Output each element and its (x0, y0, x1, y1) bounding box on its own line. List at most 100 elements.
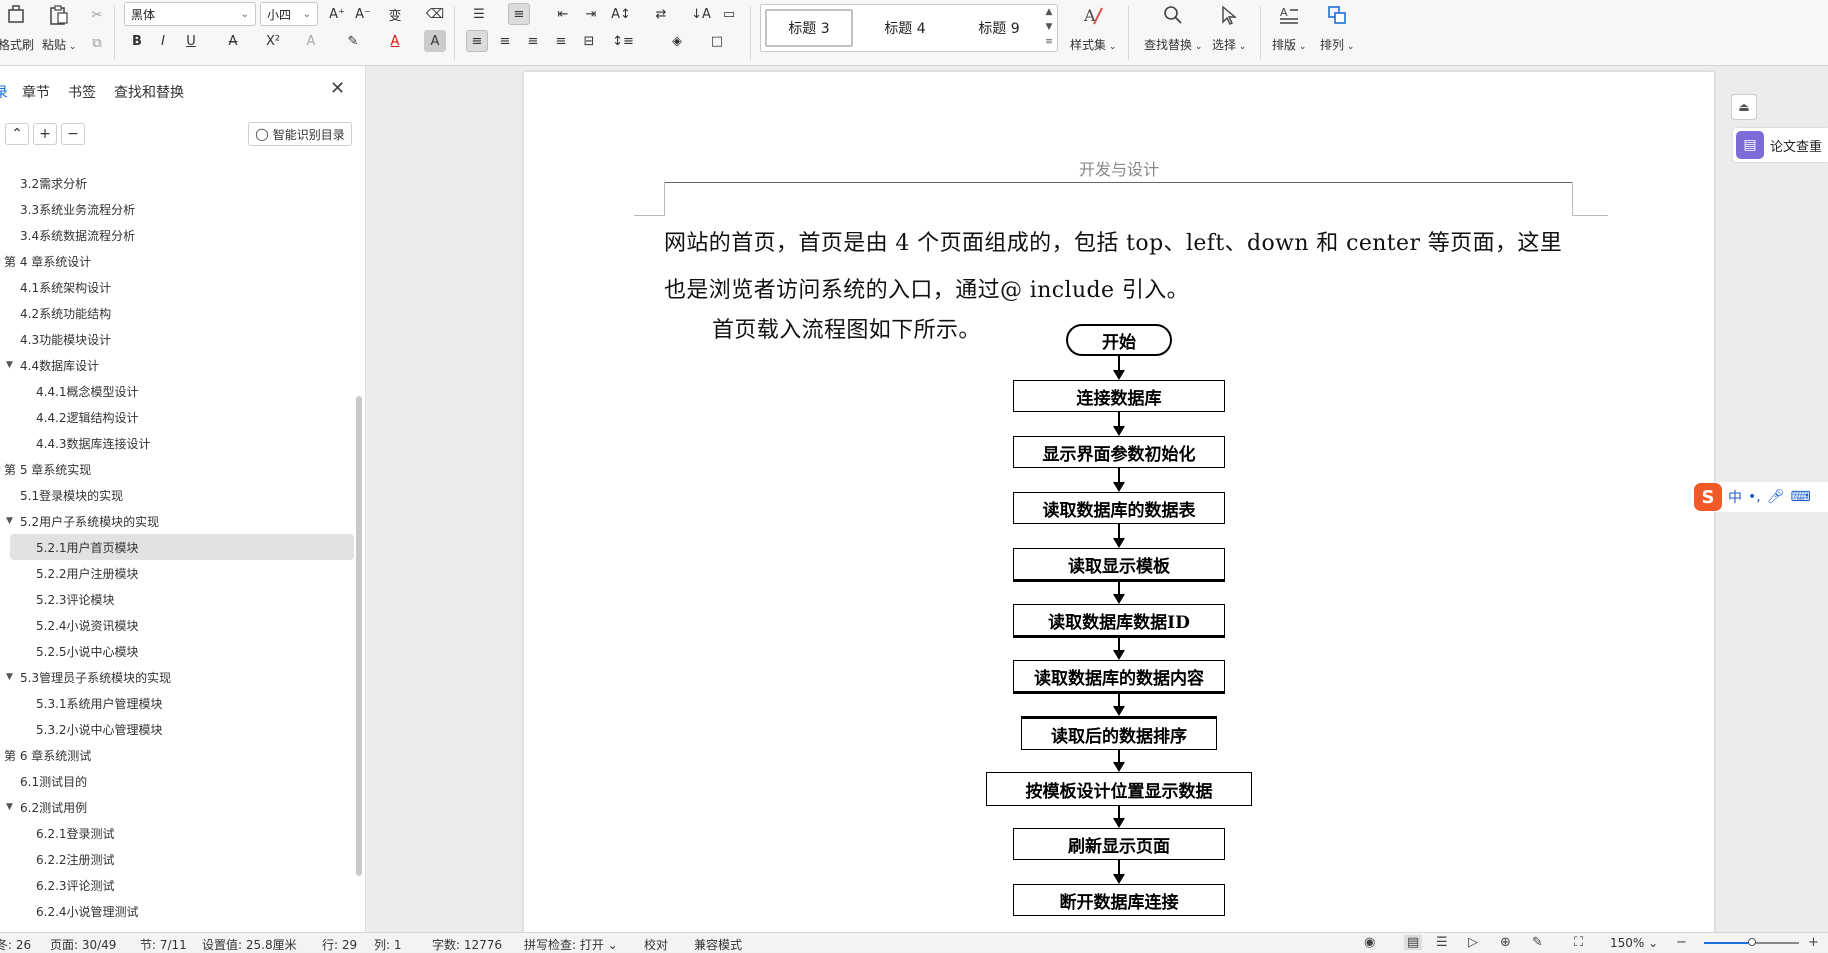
distributed-icon[interactable]: ⊟ (578, 30, 600, 52)
find-replace-button[interactable]: 查找替换 ⌄ (1144, 2, 1202, 53)
collapse-ribbon-button[interactable]: ⏏ (1731, 94, 1757, 120)
toc-item[interactable]: 6.2.1登录测试 (0, 820, 356, 846)
style-set-button[interactable]: A 样式集 ⌄ (1070, 2, 1116, 53)
zoom-out-icon[interactable]: − (1676, 935, 1687, 950)
expand-arrow-icon[interactable]: ▼ (6, 802, 13, 812)
status-word-count[interactable]: 字数: 12776 (432, 936, 502, 953)
ime-toolbar[interactable]: S 中 •, 🎤︎ ⌨ (1692, 482, 1828, 512)
toc-item[interactable]: 4.3功能模块设计 (0, 326, 356, 352)
bold-icon[interactable]: B (126, 30, 148, 52)
paste-button[interactable]: 粘贴 ⌄ (42, 2, 76, 53)
document-area[interactable]: 开发与设计 网站的首页，首页是由 4 个页面组成的，包括 top、left、do… (367, 66, 1828, 932)
expand-arrow-icon[interactable]: ▼ (6, 672, 13, 682)
toc-item[interactable]: 3.2需求分析 (0, 170, 356, 196)
tab-find-replace[interactable]: 查找和替换 (114, 82, 184, 102)
strikethrough-icon[interactable]: A (222, 30, 244, 52)
text-effect-icon[interactable]: A (300, 30, 322, 52)
toc-item[interactable]: 4.2系统功能结构 (0, 300, 356, 326)
toc-item[interactable]: 3.4系统数据流程分析 (0, 222, 356, 248)
arrange-button[interactable]: 排列 ⌄ (1320, 2, 1354, 53)
style-heading-3[interactable]: 标题 3 (765, 9, 853, 47)
fit-page-icon[interactable]: ⛶ (1574, 935, 1583, 950)
align-center-icon[interactable]: ≡ (494, 30, 516, 52)
numbered-list-icon[interactable]: ≡ (508, 3, 530, 25)
style-heading-9[interactable]: 标题 9 (955, 9, 1043, 47)
toc-item[interactable]: ▼ 4.4数据库设计 (0, 352, 356, 378)
sort-icon[interactable]: ↓A (690, 3, 712, 25)
line-spacing-icon[interactable]: ↕≡ (612, 30, 634, 52)
shrink-font-icon[interactable]: A⁻ (352, 3, 374, 25)
toc-item[interactable]: 6.2.2注册测试 (0, 846, 356, 872)
font-color-icon[interactable]: A (384, 30, 406, 52)
shading-icon[interactable]: ◈ (666, 30, 688, 52)
decrease-indent-icon[interactable]: ⇤ (552, 3, 574, 25)
ime-mode[interactable]: 中 (1728, 487, 1742, 507)
char-spacing-icon[interactable]: ▭ (718, 3, 740, 25)
toc-item[interactable]: 4.4.3数据库连接设计 (0, 430, 356, 456)
toc-item[interactable]: 3.3系统业务流程分析 (0, 196, 356, 222)
toc-item[interactable]: 5.3.2小说中心管理模块 (0, 716, 356, 742)
underline-icon[interactable]: U (180, 30, 202, 52)
toc-item[interactable]: ▼ 5.3管理员子系统模块的实现 (0, 664, 356, 690)
gallery-up-icon[interactable]: ▲ (1043, 7, 1055, 17)
add-heading-button[interactable]: + (33, 123, 57, 145)
eye-icon[interactable]: ◉ (1364, 935, 1375, 950)
spellcheck-toggle[interactable]: 拼写检查: 打开 ⌄ (524, 936, 618, 953)
toc-item[interactable]: 5.2.5小说中心模块 (0, 638, 356, 664)
align-right-icon[interactable]: ≡ (522, 30, 544, 52)
toc-item[interactable]: 第 4 章系统设计 (0, 248, 356, 274)
web-view-icon[interactable]: ⊕ (1500, 935, 1511, 950)
zoom-in-icon[interactable]: + (1808, 935, 1819, 950)
zoom-slider-knob[interactable] (1747, 938, 1756, 946)
layout-button[interactable]: A 排版 ⌄ (1272, 2, 1306, 53)
increase-indent-icon[interactable]: ⇥ (580, 3, 602, 25)
tab-bookmarks[interactable]: 书签 (68, 82, 96, 102)
document-page[interactable]: 开发与设计 网站的首页，首页是由 4 个页面组成的，包括 top、left、do… (524, 72, 1714, 932)
microphone-icon[interactable]: 🎤︎ (1767, 489, 1785, 505)
clear-format-icon[interactable]: ⌫ (424, 3, 446, 25)
outline-view-icon[interactable]: ☰ (1436, 935, 1448, 950)
toc-item[interactable]: 第 6 章系统测试 (0, 742, 356, 768)
remove-heading-button[interactable]: − (61, 123, 85, 145)
toc-item[interactable]: 4.4.1概念模型设计 (0, 378, 356, 404)
format-painter-button[interactable]: 格式刷 (0, 2, 34, 53)
font-size-select[interactable]: 小四 ⌄ (260, 2, 318, 26)
expand-arrow-icon[interactable]: ▼ (6, 516, 13, 526)
tab-toc[interactable]: 录 (0, 82, 8, 102)
pen-icon[interactable]: ✎ (1532, 935, 1543, 950)
smart-toc-button[interactable]: ◯ 智能识别目录 (248, 122, 352, 146)
expand-arrow-icon[interactable]: ▼ (6, 360, 13, 370)
toc-item[interactable]: 5.2.3评论模块 (0, 586, 356, 612)
toc-item[interactable]: 5.2.2用户注册模块 (0, 560, 356, 586)
bullet-list-icon[interactable]: ☰ (468, 3, 490, 25)
select-button[interactable]: 选择 ⌄ (1212, 2, 1246, 53)
toc-item[interactable]: 6.2.3评论测试 (0, 872, 356, 898)
play-icon[interactable]: ▷ (1468, 935, 1478, 950)
toc-item[interactable]: ▼ 6.2测试用例 (0, 794, 356, 820)
keyboard-icon[interactable]: ⌨ (1791, 489, 1811, 505)
italic-icon[interactable]: I (152, 30, 174, 52)
punctuation-icon[interactable]: •, (1748, 489, 1761, 505)
copy-icon[interactable]: ⧉ (86, 32, 108, 54)
highlight-icon[interactable]: ✎ (342, 30, 364, 52)
text-direction-icon[interactable]: A↕ (610, 3, 632, 25)
justify-icon[interactable]: ≡ (550, 30, 572, 52)
toc-item[interactable]: 4.1系统架构设计 (0, 274, 356, 300)
toc-item[interactable]: 5.2.4小说资讯模块 (0, 612, 356, 638)
char-shading-icon[interactable]: A (424, 30, 446, 52)
proofread-button[interactable]: 校对 (644, 936, 668, 953)
toc-item[interactable]: ▼ 5.2用户子系统模块的实现 (0, 508, 356, 534)
superscript-icon[interactable]: X² (262, 30, 284, 52)
toc-item[interactable]: 5.3.1系统用户管理模块 (0, 690, 356, 716)
toc-item[interactable]: 第 5 章系统实现 (0, 456, 356, 482)
border-icon[interactable]: □ (706, 30, 728, 52)
cut-icon[interactable]: ✂ (86, 4, 108, 26)
gallery-more-icon[interactable]: ≡ (1043, 37, 1055, 47)
grow-font-icon[interactable]: A⁺ (326, 3, 348, 25)
close-icon[interactable]: ✕ (330, 78, 345, 99)
page-view-icon[interactable]: ▤ (1404, 935, 1423, 950)
toc-item[interactable]: 5.2.1用户首页模块 (10, 534, 354, 560)
font-name-select[interactable]: 黑体 ⌄ (124, 2, 256, 26)
toc-item[interactable]: 6.2.4小说管理测试 (0, 898, 356, 924)
gallery-down-icon[interactable]: ▼ (1043, 22, 1055, 32)
